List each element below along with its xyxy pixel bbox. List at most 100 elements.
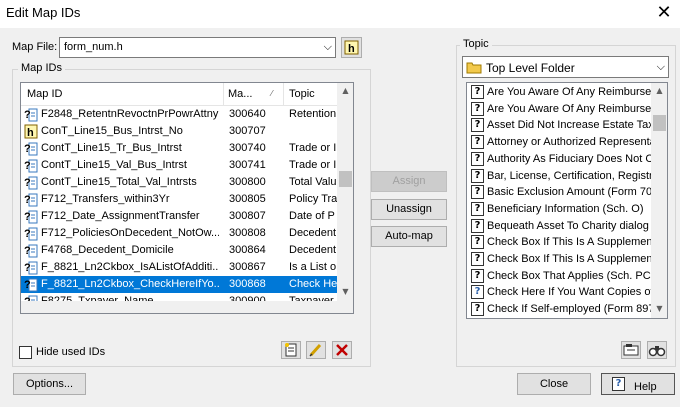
help-icon: ?	[612, 377, 625, 391]
list-item[interactable]: ? Beneficiary Information (Sch. O)	[469, 201, 651, 218]
list-item[interactable]: ? Check If Self-employed (Form 8971	[469, 301, 651, 318]
topic-folder-combo[interactable]: Top Level Folder ⌵	[462, 56, 669, 78]
topic-item-label: Check Box That Applies (Sch. PC,	[487, 269, 651, 282]
table-row[interactable]: ? ContT_Line15_Total_Val_Intrsts 300800 Tot…	[21, 174, 337, 191]
table-row[interactable]: ? F712_Transfers_within3Yr 300805 Policy Tr…	[21, 191, 337, 208]
list-item[interactable]: ? Are You Aware Of Any Reimburser	[469, 84, 651, 101]
scroll-down-icon[interactable]: ▼	[337, 287, 353, 296]
new-id-button[interactable]	[281, 341, 301, 359]
column-header-map-id[interactable]: Map ID	[27, 88, 62, 100]
table-row[interactable]: ? F2848_RetentnRevoctnPrPowrAttny 300640 Re…	[21, 106, 337, 123]
list-item[interactable]: ? Check Box If This Is A Supplement	[469, 251, 651, 268]
map-num-cell: 300805	[229, 193, 266, 205]
help-topic-icon: ?	[471, 252, 484, 266]
hide-used-ids-label: Hide used IDs	[36, 346, 106, 358]
topic-vertical-scrollbar[interactable]: ▲ ▼	[651, 83, 667, 318]
scroll-up-icon[interactable]: ▲	[337, 86, 353, 95]
topic-list[interactable]: ? Are You Aware Of Any Reimburser? Are You…	[466, 82, 668, 319]
topic-cell: Total Valu	[289, 176, 337, 188]
list-item[interactable]: ? Check Here If You Want Copies of	[469, 284, 651, 301]
table-row[interactable]: ? ContT_Line15_Val_Bus_Intrst 300741 Trade …	[21, 157, 337, 174]
delete-id-button[interactable]	[332, 341, 352, 359]
map-id-cell: ContT_Line15_Total_Val_Intrsts	[41, 176, 197, 188]
map-num-cell: 300800	[229, 176, 266, 188]
help-button-label: Help	[634, 381, 657, 393]
map-id-cell: F712_PoliciesOnDecedent_NotOw...	[41, 227, 219, 239]
svg-text:?: ?	[24, 245, 31, 257]
topic-folders-button[interactable]	[621, 341, 641, 359]
list-header: Map ID Ma... ⁄ Topic	[21, 83, 337, 106]
map-ids-list[interactable]: Map ID Ma... ⁄ Topic ? F2848_RetentnRevoc…	[20, 82, 354, 314]
help-topic-icon: ?	[471, 302, 484, 317]
list-item[interactable]: ? Are You Aware Of Any Reimbursem	[469, 101, 651, 118]
map-file-label: Map File:	[12, 41, 58, 53]
topic-group-label: Topic	[460, 38, 492, 50]
map-num-cell: 300808	[229, 227, 266, 239]
browse-header-button[interactable]: h	[341, 37, 362, 58]
column-header-map-num[interactable]: Ma...	[228, 88, 252, 100]
table-row[interactable]: ? F712_Date_AssignmentTransfer 300807 Date …	[21, 208, 337, 225]
table-row[interactable]: h ConT_Line15_Bus_Intrst_No 300707	[21, 123, 337, 140]
unassign-button[interactable]: Unassign	[371, 199, 447, 220]
close-icon[interactable]: ✕	[652, 2, 676, 24]
chevron-down-icon: ⌵	[656, 60, 665, 73]
map-ids-vertical-scrollbar[interactable]: ▲ ▼	[337, 83, 353, 301]
map-file-combo[interactable]: form_num.h ⌵	[59, 37, 336, 58]
map-id-cell: ContT_Line15_Val_Bus_Intrst	[41, 159, 187, 171]
help-topic-icon: ?	[471, 268, 484, 283]
table-row[interactable]: ? ContT_Line15_Tr_Bus_Intrst 300740 Trade o…	[21, 140, 337, 157]
table-row[interactable]: ? F4768_Decedent_Domicile 300864 Decedent	[21, 242, 337, 259]
table-row[interactable]: ? F_8821_Ln2Ckbox_IsAListOfAdditi... 30086…	[21, 259, 337, 276]
help-topic-icon: ?	[471, 85, 484, 99]
help-topic-icon: ?	[471, 151, 484, 166]
topic-item-label: Authority As Fiduciary Does Not Co	[487, 152, 651, 165]
list-item[interactable]: ? Bar, License, Certification, Registra	[469, 168, 651, 185]
topic-cell: Date of P	[289, 210, 335, 222]
chevron-down-icon: ⌵	[323, 40, 332, 53]
list-item[interactable]: ? Bequeath Asset To Charity dialog	[469, 218, 651, 235]
topic-item-label: Check Box If This Is A Supplement	[487, 236, 651, 249]
map-id-cell: F2848_RetentnRevoctnPrPowrAttny	[41, 108, 219, 120]
topic-cell: Policy Tra	[289, 193, 337, 205]
map-ids-group-label: Map IDs	[18, 62, 65, 74]
scroll-thumb[interactable]	[653, 115, 666, 131]
new-list-icon	[285, 343, 297, 357]
list-item[interactable]: ? Check Box That Applies (Sch. PC,	[469, 268, 651, 285]
scroll-up-icon[interactable]: ▲	[651, 86, 667, 95]
close-button[interactable]: Close	[517, 373, 591, 395]
list-item[interactable]: ? Basic Exclusion Amount (Form 706	[469, 184, 651, 201]
assign-button[interactable]: Assign	[371, 171, 447, 192]
folder-tree-icon	[623, 344, 639, 356]
hide-used-ids-checkbox[interactable]	[19, 346, 32, 359]
help-topic-icon: ?	[471, 201, 484, 216]
svg-text:h: h	[348, 43, 355, 55]
svg-text:?: ?	[24, 143, 31, 155]
map-id-cell: F_8821_Ln2Ckbox_CheckHereIfYo...	[41, 278, 219, 290]
table-row[interactable]: ? F712_PoliciesOnDecedent_NotOw... 300808 D…	[21, 225, 337, 242]
help-doc-icon: ?	[24, 175, 38, 190]
help-button[interactable]: ? Help	[601, 373, 675, 395]
scroll-down-icon[interactable]: ▼	[651, 304, 667, 313]
table-row[interactable]: ? F_8821_Ln2Ckbox_CheckHereIfYo... 300868 C…	[21, 276, 337, 293]
help-topic-icon: ?	[471, 285, 484, 300]
help-doc-icon: ?	[24, 158, 38, 173]
list-item[interactable]: ? Asset Did Not Increase Estate Tax	[469, 117, 651, 134]
list-item[interactable]: ? Check Box If This Is A Supplement	[469, 234, 651, 251]
map-id-cell: F_8821_Ln2Ckbox_IsAListOfAdditi...	[41, 261, 219, 273]
help-doc-icon: ?	[24, 226, 38, 241]
list-item[interactable]: ? Authority As Fiduciary Does Not Co	[469, 151, 651, 168]
svg-text:?: ?	[24, 194, 31, 206]
map-num-cell: 300741	[229, 159, 266, 171]
topic-find-button[interactable]	[647, 341, 667, 359]
help-doc-icon: ?	[24, 243, 38, 258]
options-button[interactable]: Options...	[13, 373, 86, 395]
automap-button[interactable]: Auto-map	[371, 226, 447, 247]
edit-id-button[interactable]	[306, 341, 326, 359]
map-ids-horizontal-scrollbar[interactable]	[21, 301, 353, 313]
topic-item-label: Are You Aware Of Any Reimbursem	[487, 102, 651, 115]
scroll-thumb[interactable]	[339, 171, 352, 187]
list-item[interactable]: ? Attorney or Authorized Representat	[469, 134, 651, 151]
column-header-topic[interactable]: Topic	[289, 88, 315, 100]
help-doc-icon: ?	[24, 141, 38, 156]
topic-item-label: Bequeath Asset To Charity dialog	[487, 219, 649, 232]
